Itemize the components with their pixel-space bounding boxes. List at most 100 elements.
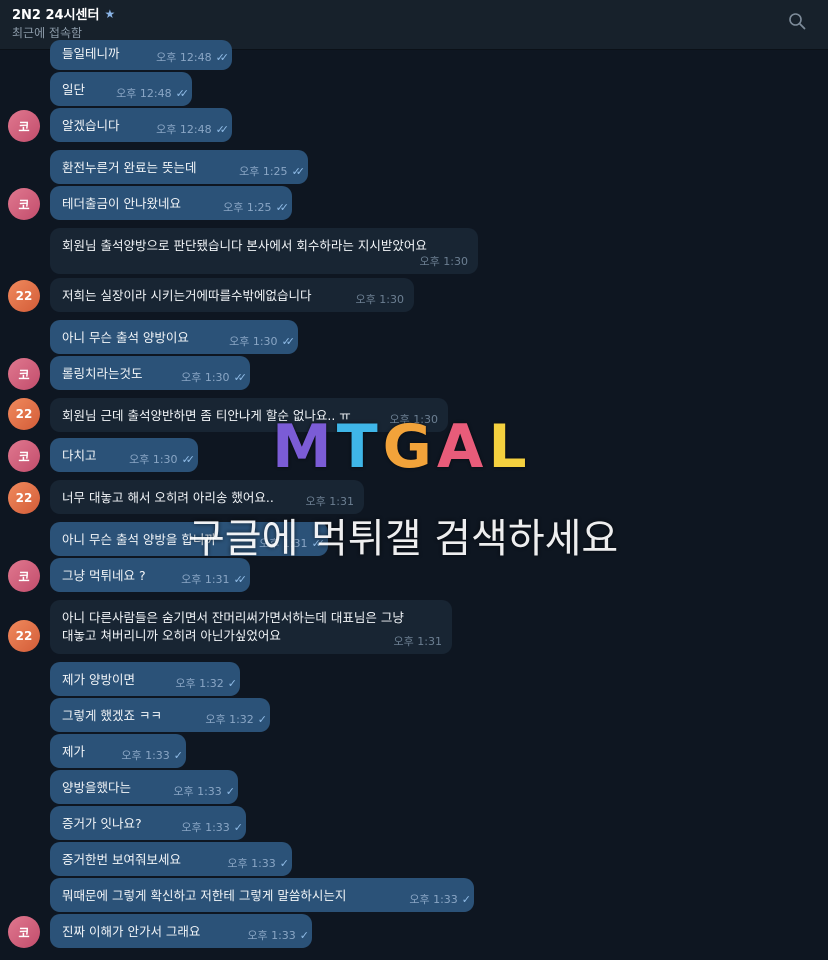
message-bubble[interactable]: 환전누른거 완료는 뜻는데 오후 1:25 ✓✓	[50, 150, 308, 184]
message-text: 진짜 이해가 안가서 그래요	[62, 924, 201, 939]
message-bubble[interactable]: 증거가 잇나요? 오후 1:33 ✓	[50, 806, 246, 840]
message-time: 오후 1:30	[129, 453, 178, 466]
message-bubble[interactable]: 테더출금이 안나왔네요 오후 1:25 ✓✓	[50, 186, 292, 220]
message-text: 그렇게 했겠죠 ㅋㅋ	[62, 708, 162, 723]
check-icon: ✓	[461, 892, 471, 906]
message-time: 오후 1:25	[239, 165, 288, 178]
avatar[interactable]: 22	[8, 280, 40, 312]
message-text: 테더출금이 안나왔네요	[62, 196, 181, 211]
message-bubble[interactable]: 증거한번 보여줘보세요 오후 1:33 ✓	[50, 842, 292, 876]
chat-status: 최근에 접속함	[12, 26, 83, 40]
check-icon: ✓	[173, 748, 183, 762]
message-text: 알겠습니다	[62, 118, 120, 133]
avatar[interactable]: 22	[8, 482, 40, 514]
message-text: 그냥 먹튀네요 ?	[62, 568, 146, 583]
message-text: 일단	[62, 82, 86, 97]
avatar[interactable]: 코	[8, 560, 40, 592]
double-check-icon: ✓✓	[311, 536, 326, 550]
check-icon: ✓	[299, 928, 309, 942]
message-time: 오후 1:33	[173, 785, 222, 798]
message-text: 아니 무슨 출석 양방이요	[62, 330, 189, 345]
check-icon: ✓	[279, 856, 289, 870]
message-text: 제가 양방이면	[62, 672, 135, 687]
message-time: 오후 1:33	[227, 857, 276, 870]
message-text: 증거가 잇나요?	[62, 816, 142, 831]
double-check-icon: ✓✓	[233, 370, 248, 384]
message-text: 아니 무슨 출석 양방을 합니까	[62, 532, 216, 547]
message-bubble[interactable]: 회원님 출석양방으로 판단됐습니다 본사에서 회수하라는 지시받았어요 오후 1…	[50, 228, 478, 274]
message-bubble[interactable]: 다치고 오후 1:30 ✓✓	[50, 438, 198, 472]
message-time: 오후 1:31	[393, 635, 442, 648]
message-text: 다치고	[62, 448, 97, 463]
message-bubble[interactable]: 일단 오후 12:48 ✓✓	[50, 72, 192, 106]
message-text: 들일테니까	[62, 46, 120, 61]
message-text: 제가	[62, 744, 86, 759]
message-bubble[interactable]: 너무 대놓고 해서 오히려 아리송 했어요.. 오후 1:31	[50, 480, 364, 514]
logo-letter: L	[488, 412, 528, 482]
message-bubble[interactable]: 그렇게 했겠죠 ㅋㅋ 오후 1:32 ✓	[50, 698, 270, 732]
search-icon[interactable]	[788, 12, 806, 30]
check-icon: ✓	[227, 676, 237, 690]
avatar[interactable]: 코	[8, 358, 40, 390]
message-time: 오후 1:31	[259, 537, 308, 550]
check-icon: ✓	[225, 784, 235, 798]
message-bubble[interactable]: 롤링치라는것도 오후 1:30 ✓✓	[50, 356, 250, 390]
message-time: 오후 12:48	[156, 123, 212, 136]
message-text: 회원님 출석양방으로 판단됐습니다 본사에서 회수하라는 지시받았어요	[62, 238, 427, 253]
message-time: 오후 1:31	[305, 495, 354, 508]
message-time: 오후 1:33	[409, 893, 458, 906]
message-text: 아니 다른사람들은 숨기면서 잔머리써가면서하는데 대표님은 그냥	[62, 610, 404, 625]
avatar[interactable]: 코	[8, 188, 40, 220]
message-text: 저희는 실장이라 시키는거에따를수밖에없습니다	[62, 288, 312, 303]
avatar[interactable]: 22	[8, 620, 40, 652]
star-icon: ★	[104, 6, 116, 21]
message-text: 너무 대놓고 해서 오히려 아리송 했어요..	[62, 490, 274, 505]
message-bubble[interactable]: 저희는 실장이라 시키는거에따를수밖에없습니다 오후 1:30	[50, 278, 414, 312]
message-text: 양방을했다는	[62, 780, 132, 795]
double-check-icon: ✓✓	[233, 572, 248, 586]
message-time: 오후 1:30	[389, 413, 438, 426]
message-bubble[interactable]: 그냥 먹튀네요 ? 오후 1:31 ✓✓	[50, 558, 250, 592]
message-bubble[interactable]: 아니 무슨 출석 양방이요 오후 1:30 ✓✓	[50, 320, 298, 354]
avatar[interactable]: 22	[8, 398, 40, 430]
double-check-icon: ✓✓	[215, 122, 230, 136]
message-time: 오후 1:33	[247, 929, 296, 942]
double-check-icon: ✓✓	[175, 86, 190, 100]
avatar[interactable]: 코	[8, 110, 40, 142]
double-check-icon: ✓✓	[181, 452, 196, 466]
message-text: 증거한번 보여줘보세요	[62, 852, 181, 867]
message-bubble[interactable]: 양방을했다는 오후 1:33 ✓	[50, 770, 238, 804]
message-time: 오후 1:32	[205, 713, 254, 726]
message-time: 오후 1:30	[419, 255, 468, 268]
check-icon: ✓	[233, 820, 243, 834]
message-bubble[interactable]: 들일테니까 오후 12:48 ✓✓	[50, 40, 232, 70]
message-bubble[interactable]: 진짜 이해가 안가서 그래요 오후 1:33 ✓	[50, 914, 312, 948]
message-text: 환전누른거 완료는 뜻는데	[62, 160, 197, 175]
check-icon: ✓	[257, 712, 267, 726]
message-bubble[interactable]: 제가 양방이면 오후 1:32 ✓	[50, 662, 240, 696]
message-bubble[interactable]: 뭐때문에 그렇게 확신하고 저한테 그렇게 말씀하시는지 오후 1:33 ✓	[50, 878, 474, 912]
message-time: 오후 1:32	[175, 677, 224, 690]
message-time: 오후 12:48	[156, 51, 212, 64]
message-bubble[interactable]: 아니 다른사람들은 숨기면서 잔머리써가면서하는데 대표님은 그냥 대놓고 쳐버…	[50, 600, 452, 654]
double-check-icon: ✓✓	[291, 164, 306, 178]
double-check-icon: ✓✓	[275, 200, 290, 214]
message-time: 오후 1:31	[181, 573, 230, 586]
message-time: 오후 1:30	[181, 371, 230, 384]
avatar[interactable]: 코	[8, 916, 40, 948]
message-bubble[interactable]: 제가 오후 1:33 ✓	[50, 734, 186, 768]
message-time: 오후 1:33	[181, 821, 230, 834]
message-text: 회원님 근데 출석양반하면 좀 티안나게 할순 없나요.. ㅠ	[62, 408, 351, 423]
message-text: 뭐때문에 그렇게 확신하고 저한테 그렇게 말씀하시는지	[62, 888, 347, 903]
message-time: 오후 12:48	[116, 87, 172, 100]
double-check-icon: ✓✓	[281, 334, 296, 348]
message-text: 롤링치라는것도	[62, 366, 143, 381]
chat-title[interactable]: 2N2 24시센터	[12, 4, 99, 23]
chat-title-row[interactable]: 2N2 24시센터 ★	[12, 4, 116, 24]
double-check-icon: ✓✓	[215, 50, 230, 64]
message-bubble[interactable]: 회원님 근데 출석양반하면 좀 티안나게 할순 없나요.. ㅠ 오후 1:30	[50, 398, 448, 432]
avatar[interactable]: 코	[8, 440, 40, 472]
message-bubble[interactable]: 알겠습니다 오후 12:48 ✓✓	[50, 108, 232, 142]
message-bubble[interactable]: 아니 무슨 출석 양방을 합니까 오후 1:31 ✓✓	[50, 522, 328, 556]
message-time: 오후 1:33	[121, 749, 170, 762]
